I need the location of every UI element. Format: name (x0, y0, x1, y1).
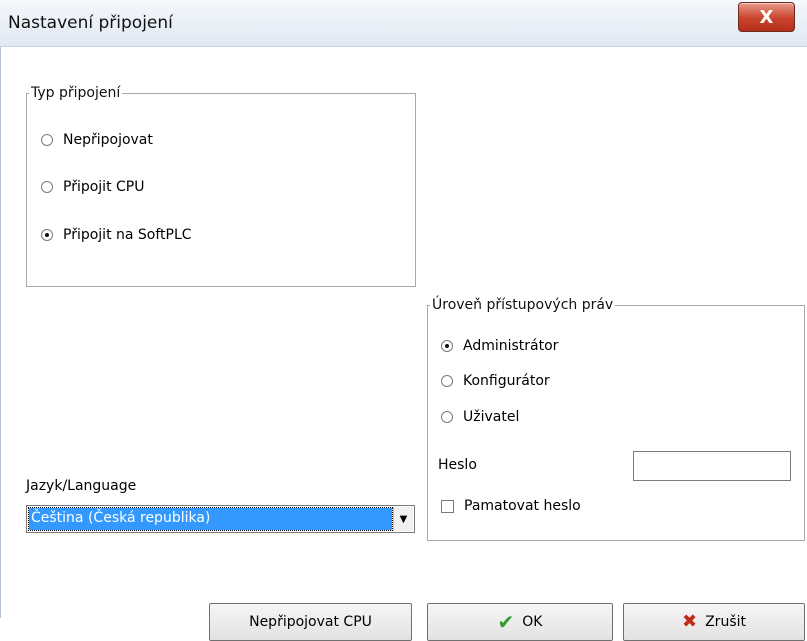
radio-pripojit-cpu[interactable]: Připojit CPU (41, 179, 144, 195)
radio-button-selected[interactable] (441, 340, 453, 352)
ok-label: OK (522, 614, 543, 630)
radio-button[interactable] (41, 134, 53, 146)
radio-button-selected[interactable] (41, 229, 53, 241)
title-bar: Nastavení připojení X (0, 0, 807, 47)
window-title: Nastavení připojení (8, 13, 173, 33)
language-label: Jazyk/Language (26, 478, 137, 494)
password-input[interactable] (633, 451, 791, 481)
checkbox-label: Pamatovat heslo (464, 498, 581, 514)
cancel-button[interactable]: ✖ Zrušit (623, 603, 805, 641)
radio-label: Konfigurátor (463, 373, 550, 389)
language-select[interactable]: Čeština (Česká republika) ▼ (26, 505, 415, 533)
dialog-body: Typ připojení Nepřipojovat Připojit CPU … (0, 47, 807, 641)
language-selected-value: Čeština (Česká republika) (28, 507, 393, 531)
ok-button[interactable]: ✔ OK (427, 603, 613, 641)
chevron-down-icon[interactable]: ▼ (393, 507, 413, 531)
disconnect-cpu-label: Nepřipojovat CPU (249, 614, 372, 630)
remember-password-checkbox[interactable]: Pamatovat heslo (441, 498, 581, 514)
radio-uzivatel[interactable]: Uživatel (441, 409, 519, 425)
password-label: Heslo (438, 457, 477, 473)
radio-konfigurator[interactable]: Konfigurátor (441, 373, 550, 389)
radio-pripojit-softplc[interactable]: Připojit na SoftPLC (41, 227, 192, 243)
radio-label: Nepřipojovat (63, 132, 153, 148)
radio-label: Uživatel (463, 409, 520, 425)
connection-type-legend: Typ připojení (31, 85, 121, 101)
cancel-label: Zrušit (705, 614, 746, 630)
checkbox[interactable] (441, 499, 454, 513)
close-button[interactable]: X (738, 2, 795, 32)
disconnect-cpu-button[interactable]: Nepřipojovat CPU (209, 603, 412, 641)
close-icon: X (759, 6, 774, 28)
radio-button[interactable] (441, 375, 453, 387)
radio-label: Administrátor (463, 338, 559, 354)
access-level-legend: Úroveň přístupových práv (432, 297, 614, 313)
radio-button[interactable] (441, 411, 453, 423)
radio-label: Připojit CPU (63, 179, 145, 195)
check-icon: ✔ (497, 610, 515, 634)
radio-nepripojovat[interactable]: Nepřipojovat (41, 132, 153, 148)
radio-button[interactable] (41, 181, 53, 193)
radio-label: Připojit na SoftPLC (63, 227, 192, 243)
radio-administrator[interactable]: Administrátor (441, 338, 558, 354)
x-icon: ✖ (682, 611, 698, 632)
